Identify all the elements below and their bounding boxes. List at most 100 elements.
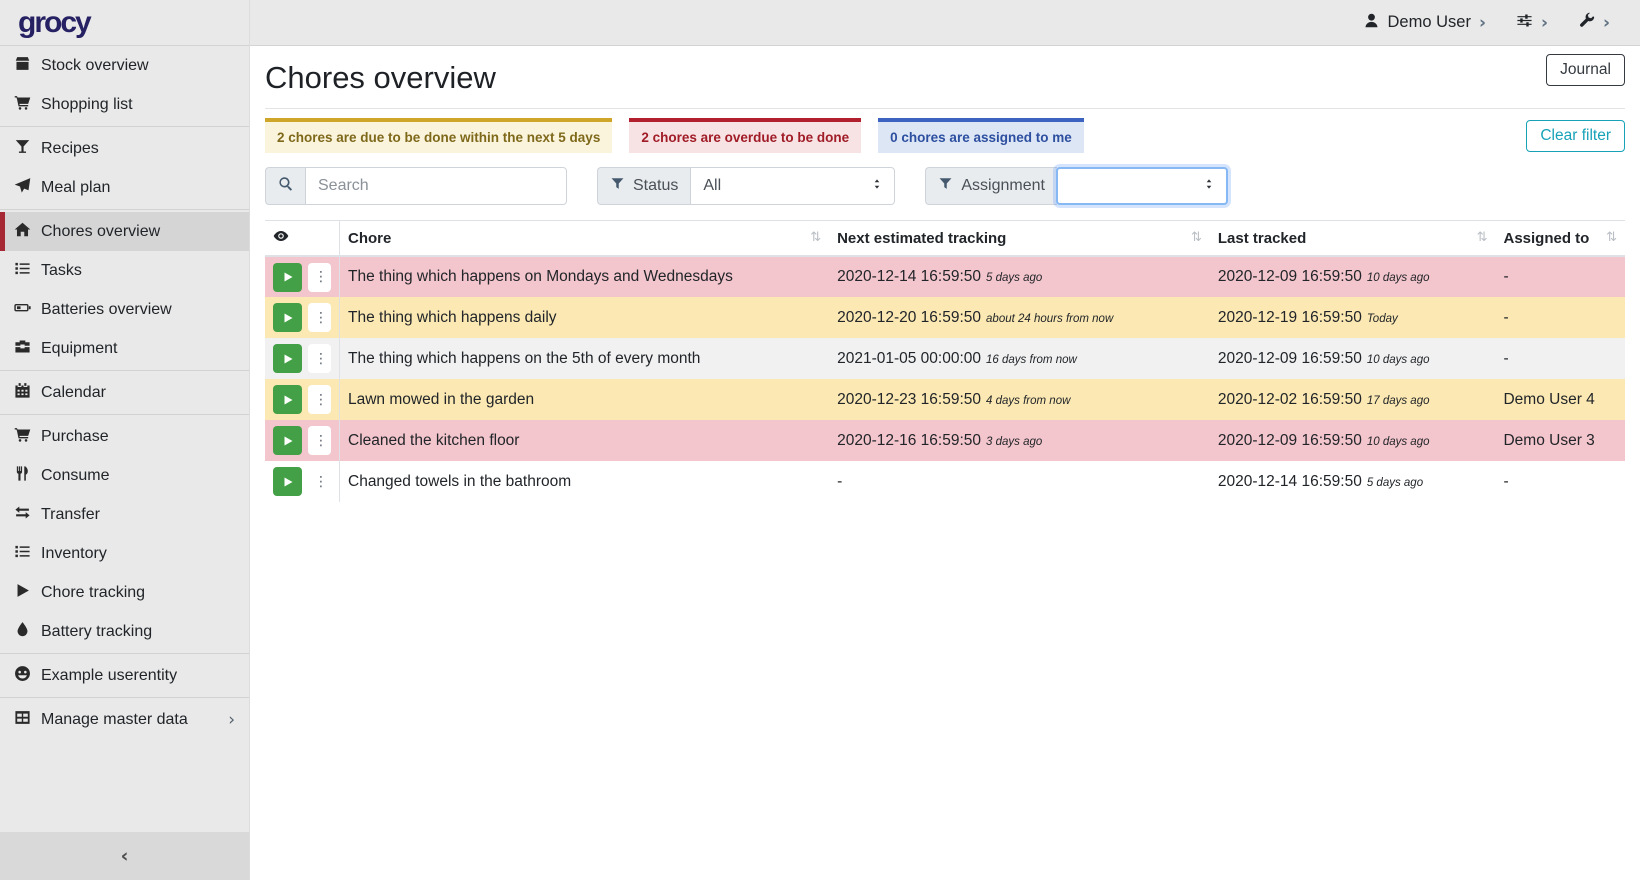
last-tracked-cell: 2020-12-09 16:59:5010 days ago [1210, 256, 1496, 297]
status-selected-value: All [703, 177, 721, 195]
sidebar-item-meal-plan[interactable]: Meal plan [0, 168, 249, 207]
track-chore-button[interactable] [273, 303, 302, 332]
exchange-arrows-icon [14, 504, 31, 526]
sort-icon[interactable]: ⇅ [1606, 230, 1617, 245]
last-tracked-timeago: 10 days ago [1367, 436, 1430, 448]
status-addon: Status [597, 167, 690, 205]
sidebar-item-battery-tracking[interactable]: Battery tracking [0, 612, 249, 651]
sidebar-item-transfer[interactable]: Transfer [0, 495, 249, 534]
row-menu-button[interactable]: ⋮ [308, 385, 331, 414]
sidebar-collapse-button[interactable]: ‹ [0, 832, 249, 880]
sidebar-item-example-userentity[interactable]: Example userentity [0, 656, 249, 695]
sidebar-item-shopping-list[interactable]: Shopping list [0, 85, 249, 124]
row-menu-button[interactable]: ⋮ [308, 344, 331, 373]
overdue-message[interactable]: 2 chores are overdue to be done [629, 118, 861, 153]
sidebar-item-tasks[interactable]: Tasks [0, 251, 249, 290]
status-filter-group: Status All [597, 167, 895, 205]
calendar-icon [14, 382, 31, 404]
search-group [265, 167, 567, 205]
sidebar-item-purchase[interactable]: Purchase [0, 417, 249, 456]
next-tracking-timeago: 16 days from now [986, 354, 1077, 366]
last-tracked-datetime: 2020-12-02 16:59:50 [1218, 391, 1362, 408]
assigned-to-cell: - [1495, 297, 1625, 338]
visibility-column-header [265, 221, 340, 257]
select-caret-icon [870, 177, 884, 196]
filter-messages-row: 2 chores are due to be done within the n… [265, 118, 1625, 153]
sidebar-item-consume[interactable]: Consume [0, 456, 249, 495]
topbar: Demo User › › › [250, 0, 1640, 46]
sidebar-item-manage-master-data[interactable]: Manage master data› [0, 700, 249, 739]
table-row: ⋮ Lawn mowed in the garden 2020-12-23 16… [265, 379, 1625, 420]
sidebar-item-chores-overview[interactable]: Chores overview [0, 212, 249, 251]
next-tracking-cell: 2020-12-20 16:59:50about 24 hours from n… [829, 297, 1210, 338]
next-tracking-timeago: about 24 hours from now [986, 313, 1113, 325]
sidebar-item-label: Meal plan [41, 179, 110, 197]
sidebar-item-calendar[interactable]: Calendar [0, 373, 249, 412]
column-header-assigned-to[interactable]: Assigned to⇅ [1495, 221, 1625, 257]
chevron-right-icon: › [1603, 13, 1610, 33]
sidebar-divider [0, 653, 249, 654]
sidebar-item-label: Consume [41, 467, 109, 485]
last-tracked-timeago: 17 days ago [1367, 395, 1430, 407]
content: Chores overview Journal 2 chores are due… [250, 46, 1640, 880]
column-header-next-estimated-tracking[interactable]: Next estimated tracking⇅ [829, 221, 1210, 257]
smiley-icon [14, 665, 31, 687]
row-menu-button[interactable]: ⋮ [308, 263, 331, 292]
row-menu-button[interactable]: ⋮ [308, 303, 331, 332]
select-caret-icon [1202, 177, 1216, 196]
track-chore-button[interactable] [273, 263, 302, 292]
row-menu-button[interactable]: ⋮ [308, 426, 331, 455]
column-header-last-tracked[interactable]: Last tracked ⇅ [1210, 221, 1496, 257]
sidebar-item-label: Recipes [41, 140, 99, 158]
cart-icon [14, 426, 31, 448]
sort-icon[interactable]: ⇅ [1477, 230, 1488, 245]
assigned-to-cell: - [1495, 256, 1625, 297]
sidebar-item-stock-overview[interactable]: Stock overview [0, 46, 249, 85]
sort-icon[interactable]: ⇅ [1191, 230, 1202, 245]
assigned-to-me-message[interactable]: 0 chores are assigned to me [878, 118, 1084, 153]
grocy-logo[interactable]: grocy [18, 6, 90, 40]
sidebar-item-equipment[interactable]: Equipment [0, 329, 249, 368]
sidebar-item-label: Purchase [41, 428, 109, 446]
track-chore-button[interactable] [273, 426, 302, 455]
sidebar-item-inventory[interactable]: Inventory [0, 534, 249, 573]
sidebar-item-recipes[interactable]: Recipes [0, 129, 249, 168]
chore-name: The thing which happens on Mondays and W… [340, 256, 830, 297]
battery-icon [14, 299, 31, 321]
table-row: ⋮ Cleaned the kitchen floor 2020-12-16 1… [265, 420, 1625, 461]
clear-filter-button[interactable]: Clear filter [1526, 120, 1625, 152]
column-header-chore[interactable]: Chore⇅ [340, 221, 830, 257]
assignment-select[interactable] [1056, 167, 1228, 205]
assigned-to-cell: Demo User 4 [1495, 379, 1625, 420]
search-input[interactable] [305, 167, 567, 205]
last-tracked-cell: 2020-12-09 16:59:5010 days ago [1210, 420, 1496, 461]
chevron-right-icon: › [1541, 13, 1548, 33]
water-drop-icon [14, 621, 31, 643]
track-chore-button[interactable] [273, 467, 302, 496]
track-chore-button[interactable] [273, 344, 302, 373]
toolbox-icon [14, 338, 31, 360]
column-label: Last tracked [1218, 230, 1306, 247]
user-name: Demo User [1388, 13, 1471, 32]
next-tracking-timeago: 4 days from now [986, 395, 1070, 407]
sidebar-item-chore-tracking[interactable]: Chore tracking [0, 573, 249, 612]
cart-icon [14, 94, 31, 116]
next-tracking-cell: 2020-12-16 16:59:503 days ago [829, 420, 1210, 461]
status-select[interactable]: All [690, 167, 895, 205]
row-menu-button[interactable]: ⋮ [308, 467, 331, 496]
filter-controls-row: Status All Assignment [265, 167, 1625, 205]
journal-button[interactable]: Journal [1546, 54, 1625, 86]
sidebar-item-label: Shopping list [41, 96, 133, 114]
track-chore-button[interactable] [273, 385, 302, 414]
sidebar-item-label: Transfer [41, 506, 100, 524]
sort-icon[interactable]: ⇅ [810, 230, 821, 245]
sidebar-item-batteries-overview[interactable]: Batteries overview [0, 290, 249, 329]
admin-menu[interactable]: › [1578, 12, 1610, 34]
chore-name: The thing which happens on the 5th of ev… [340, 338, 830, 379]
settings-menu[interactable]: › [1516, 12, 1548, 34]
cocktail-icon [14, 138, 31, 160]
sidebar-item-label: Stock overview [41, 57, 149, 75]
due-soon-message[interactable]: 2 chores are due to be done within the n… [265, 118, 612, 153]
chevron-right-icon: › [1479, 13, 1486, 33]
user-menu[interactable]: Demo User › [1363, 12, 1486, 34]
